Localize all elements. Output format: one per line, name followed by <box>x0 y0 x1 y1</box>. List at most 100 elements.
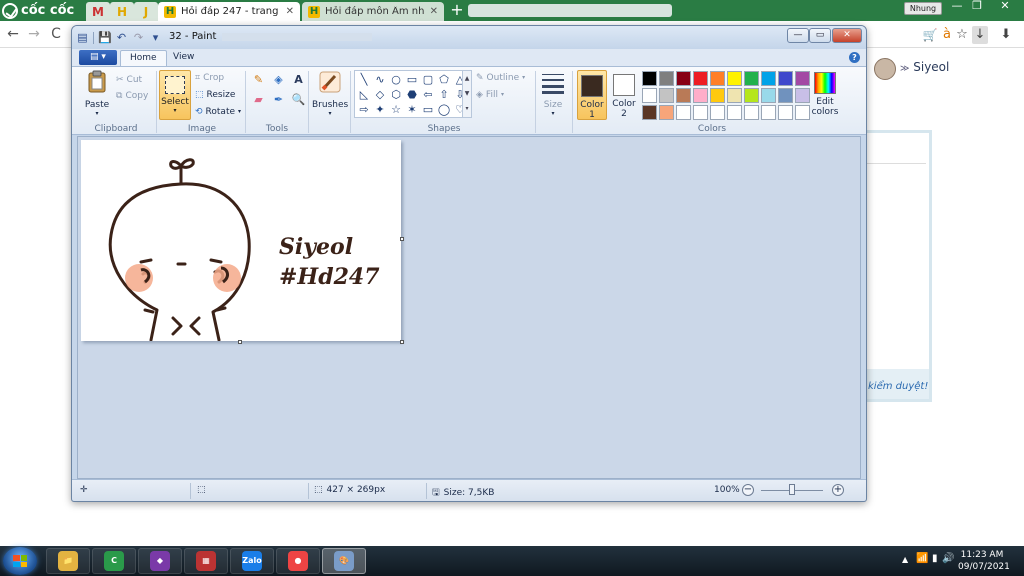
palette-color-swatch[interactable] <box>676 71 691 86</box>
tab-view[interactable]: View <box>164 50 203 66</box>
new-tab-button[interactable]: + <box>448 2 466 19</box>
palette-color-swatch[interactable] <box>727 88 742 103</box>
shape-option-icon[interactable]: ⬠ <box>436 72 452 87</box>
select-button[interactable]: Select ▾ <box>159 70 191 120</box>
shape-option-icon[interactable]: ◯ <box>436 102 452 117</box>
fill-button[interactable]: ◈ Fill ▾ <box>476 88 504 102</box>
palette-color-swatch[interactable] <box>778 105 793 120</box>
zoom-slider-thumb[interactable] <box>789 484 795 495</box>
tab-home[interactable]: Home <box>120 50 167 66</box>
paint-minimize-button[interactable]: — <box>787 28 809 43</box>
paint-titlebar[interactable]: ▤ 💾 ↶ ↷ ▾ 32 - Paint — ▭ ✕ <box>72 26 866 49</box>
shape-option-icon[interactable]: ▭ <box>404 72 420 87</box>
profile-button[interactable]: Nhung <box>904 2 942 15</box>
browser-maximize-button[interactable]: ❐ <box>966 0 988 14</box>
palette-color-swatch[interactable] <box>727 71 742 86</box>
reload-icon[interactable]: C <box>47 25 65 43</box>
paint-maximize-button[interactable]: ▭ <box>809 28 831 43</box>
shape-option-icon[interactable]: ∿ <box>372 72 388 87</box>
browser-close-button[interactable]: ✕ <box>990 0 1020 14</box>
outline-button[interactable]: ✎ Outline ▾ <box>476 71 525 85</box>
palette-color-swatch[interactable] <box>761 71 776 86</box>
tray-overflow-icon[interactable]: ▲ <box>902 555 908 564</box>
taskbar-app-explorer[interactable]: 📁 <box>46 548 90 574</box>
palette-color-swatch[interactable] <box>710 88 725 103</box>
pinned-tab-j[interactable]: J <box>134 2 158 21</box>
tab-hoidap-answer[interactable]: H Hỏi đáp 247 - trang tra loi ✕ <box>158 2 300 21</box>
paste-button[interactable]: Paste ▾ <box>80 70 114 118</box>
palette-color-swatch[interactable] <box>693 71 708 86</box>
taskbar-app-game[interactable]: ◆ <box>138 548 182 574</box>
taskbar-app-chrome-like[interactable]: ● <box>276 548 320 574</box>
customize-qat-icon[interactable]: ▾ <box>149 31 162 44</box>
edit-colors-button[interactable]: Edit colors <box>807 70 843 117</box>
shape-option-icon[interactable]: ✦ <box>372 102 388 117</box>
browser-minimize-button[interactable]: — <box>946 0 968 14</box>
palette-color-swatch[interactable] <box>676 88 691 103</box>
paint-file-menu-button[interactable]: ▤ ▾ <box>79 50 117 65</box>
palette-color-swatch[interactable] <box>778 71 793 86</box>
palette-color-swatch[interactable] <box>693 88 708 103</box>
paint-app-icon[interactable]: ▤ <box>76 31 89 44</box>
text-tool-icon[interactable]: A <box>290 72 307 88</box>
resize-button[interactable]: ⬚ Resize <box>195 88 235 102</box>
palette-color-swatch[interactable] <box>642 88 657 103</box>
undo-icon[interactable]: ↶ <box>115 31 128 44</box>
fill-bucket-icon[interactable]: ◈ <box>270 72 287 88</box>
shape-option-icon[interactable]: ⇨ <box>356 102 372 117</box>
cart-icon[interactable]: 🛒 <box>922 26 938 44</box>
start-button[interactable] <box>3 547 37 575</box>
shape-option-icon[interactable]: ☆ <box>388 102 404 117</box>
eraser-icon[interactable]: ▰ <box>250 92 267 108</box>
shape-option-icon[interactable]: ⬡ <box>388 87 404 102</box>
shape-option-icon[interactable]: ⇧ <box>436 87 452 102</box>
color2-button[interactable]: Color 2 <box>609 70 639 120</box>
shape-option-icon[interactable]: ▢ <box>420 72 436 87</box>
color1-button[interactable]: Color 1 <box>577 70 607 120</box>
redo-icon[interactable]: ↷ <box>132 31 145 44</box>
back-arrow-icon[interactable]: ← <box>4 25 22 43</box>
save-icon[interactable]: 💾 <box>98 31 112 44</box>
paint-close-button[interactable]: ✕ <box>832 28 862 43</box>
palette-color-swatch[interactable] <box>659 88 674 103</box>
shape-option-icon[interactable]: ○ <box>388 72 404 87</box>
palette-color-swatch[interactable] <box>659 71 674 86</box>
shapes-scrollbar[interactable]: ▲ ▼ ▾ <box>462 70 472 118</box>
browser-brand[interactable]: cốc cốc <box>2 1 74 20</box>
color-picker-icon[interactable]: ✒ <box>270 92 287 108</box>
palette-color-swatch[interactable] <box>642 71 657 86</box>
user-avatar[interactable] <box>874 58 896 80</box>
zoom-out-button[interactable]: − <box>742 484 754 496</box>
pencil-icon[interactable]: ✎ <box>250 72 267 88</box>
shape-option-icon[interactable]: ╲ <box>356 72 372 87</box>
copy-button[interactable]: ⧉ Copy <box>116 89 148 103</box>
taskbar-app-coccoc[interactable]: C <box>92 548 136 574</box>
palette-color-swatch[interactable] <box>761 105 776 120</box>
pinned-tab-hoidap[interactable]: H <box>110 2 134 21</box>
crop-button[interactable]: ⌗ Crop <box>195 71 224 85</box>
taskbar-app-zalo[interactable]: Zalo <box>230 548 274 574</box>
rotate-button[interactable]: ⟲ Rotate ▾ <box>195 105 241 119</box>
taskbar-app-paint[interactable]: 🎨 <box>322 548 366 574</box>
shape-option-icon[interactable]: ◇ <box>372 87 388 102</box>
palette-color-swatch[interactable] <box>727 105 742 120</box>
palette-color-swatch[interactable] <box>693 105 708 120</box>
cut-button[interactable]: ✂ Cut <box>116 73 142 87</box>
battery-icon[interactable]: ▮ <box>932 553 938 564</box>
system-clock[interactable]: 11:23 AM 09/07/2021 <box>958 549 1010 573</box>
zoom-in-button[interactable]: + <box>832 484 844 496</box>
palette-color-swatch[interactable] <box>744 71 759 86</box>
palette-color-swatch[interactable] <box>676 105 691 120</box>
download-icon[interactable]: ⬇ <box>998 26 1014 44</box>
palette-color-swatch[interactable] <box>778 88 793 103</box>
tab-hoidap-music[interactable]: H Hỏi đáp môn Âm nhạc, M ✕ <box>302 2 444 21</box>
magnifier-icon[interactable]: 🔍 <box>290 92 307 108</box>
taskbar-app-app-red[interactable]: ▦ <box>184 548 228 574</box>
brushes-button[interactable]: Brushes ▾ <box>312 70 348 118</box>
palette-color-swatch[interactable] <box>710 71 725 86</box>
palette-color-swatch[interactable] <box>744 88 759 103</box>
palette-color-swatch[interactable] <box>642 105 657 120</box>
menu-download-icon[interactable]: ↓ <box>972 26 988 44</box>
tab-close-icon[interactable]: ✕ <box>286 6 294 17</box>
tab-close-icon[interactable]: ✕ <box>430 6 438 17</box>
